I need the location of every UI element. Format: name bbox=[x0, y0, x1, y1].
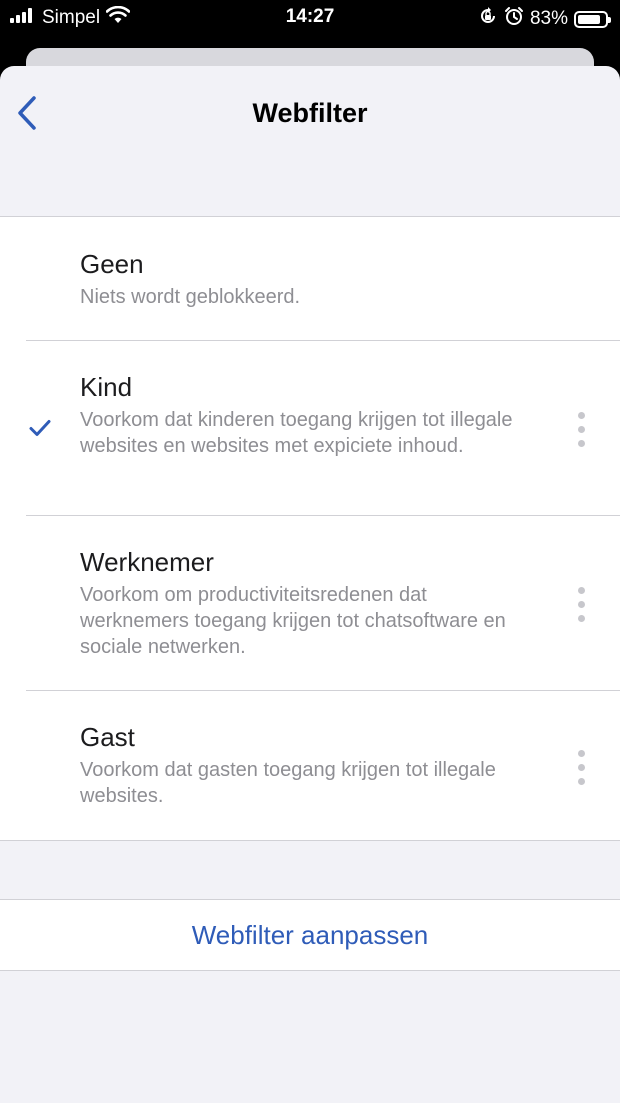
battery-percent: 83% bbox=[529, 8, 568, 29]
filter-option-title: Kind bbox=[80, 372, 133, 402]
more-options-icon[interactable] bbox=[576, 587, 586, 622]
battery-icon bbox=[574, 10, 611, 28]
filter-option-description: Voorkom dat gasten toegang krijgen tot i… bbox=[80, 759, 496, 807]
filter-option-description: Voorkom om productiviteitsredenen dat we… bbox=[80, 584, 506, 658]
navigation-bar: Webfilter bbox=[0, 66, 620, 158]
filter-option-title: Geen bbox=[80, 249, 144, 279]
checkmark-icon bbox=[29, 420, 51, 436]
more-options-icon[interactable] bbox=[576, 750, 586, 785]
filter-list: Geen Niets wordt geblokkeerd. Kind Voork… bbox=[0, 216, 620, 841]
customize-webfilter-button[interactable]: Webfilter aanpassen bbox=[0, 899, 620, 971]
filter-option-description: Voorkom dat kinderen toegang krijgen tot… bbox=[80, 409, 513, 457]
page-title: Webfilter bbox=[252, 98, 368, 128]
status-bar: Simpel 14:27 83% bbox=[0, 0, 620, 36]
filter-option-gast[interactable]: Gast Voorkom dat gasten toegang krijgen … bbox=[0, 690, 620, 840]
more-options-icon[interactable] bbox=[576, 412, 586, 447]
filter-option-description: Niets wordt geblokkeerd. bbox=[80, 286, 301, 308]
filter-option-title: Werknemer bbox=[80, 547, 214, 577]
customize-webfilter-label: Webfilter aanpassen bbox=[191, 919, 429, 950]
filter-option-title: Gast bbox=[80, 722, 135, 752]
filter-option-geen[interactable]: Geen Niets wordt geblokkeerd. bbox=[0, 217, 620, 340]
status-right: 83% bbox=[478, 6, 611, 32]
filter-option-werknemer[interactable]: Werknemer Voorkom om productiviteitsrede… bbox=[0, 515, 620, 690]
alarm-icon bbox=[504, 6, 524, 32]
filter-option-kind[interactable]: Kind Voorkom dat kinderen toegang krijge… bbox=[0, 340, 620, 515]
battery-fill bbox=[578, 14, 600, 24]
rotation-lock-icon bbox=[478, 6, 498, 32]
webfilter-sheet: Webfilter Geen Niets wordt geblokkeerd. … bbox=[0, 66, 620, 1103]
